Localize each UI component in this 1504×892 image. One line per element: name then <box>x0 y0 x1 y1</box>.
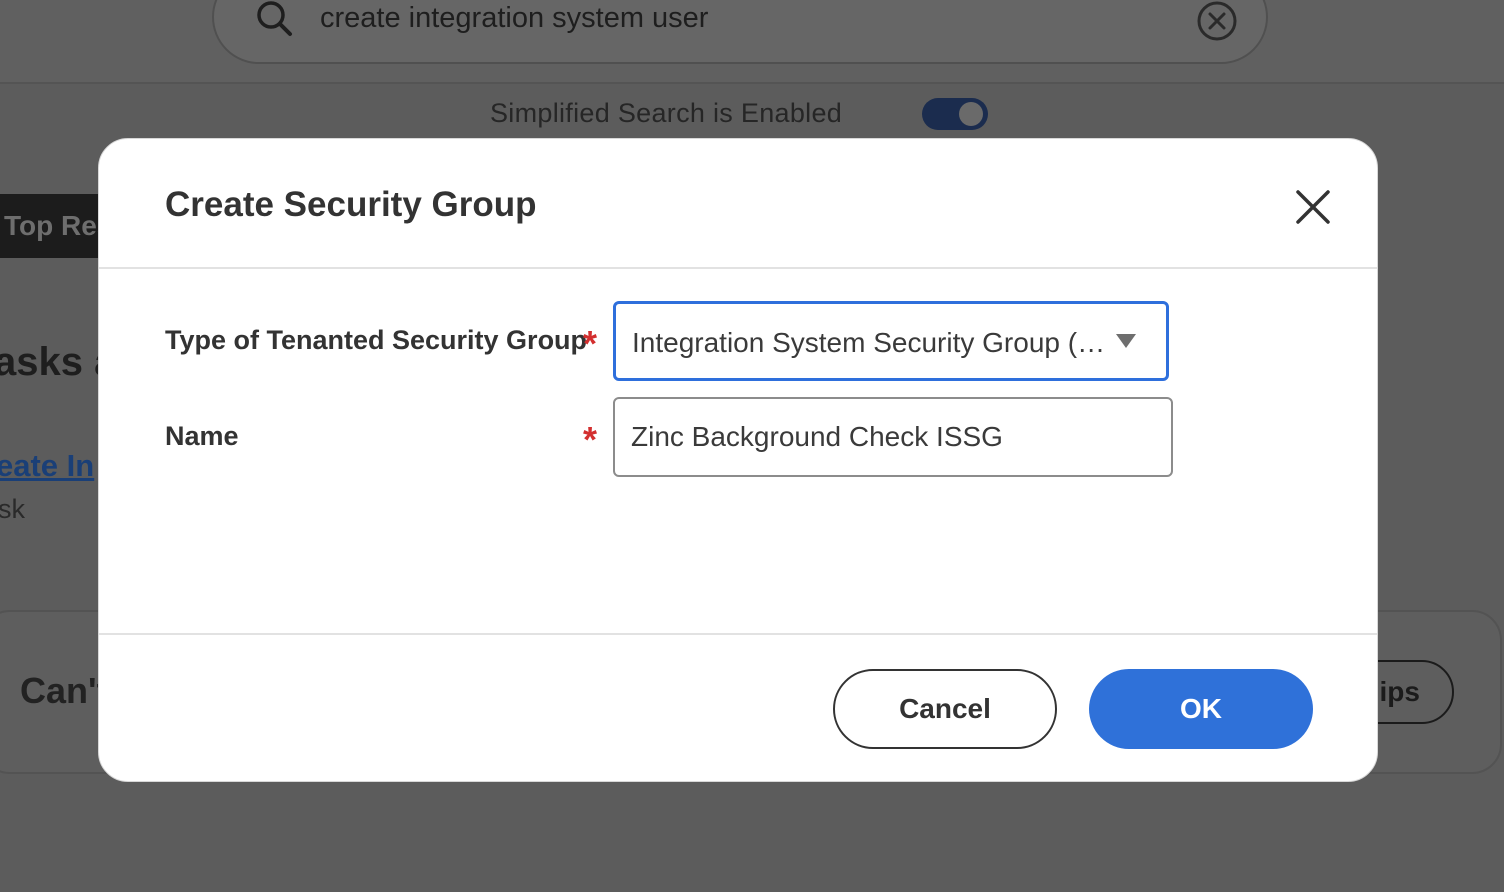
chevron-down-icon <box>1116 334 1136 348</box>
type-select-value: Integration System Security Group (Uncon… <box>632 327 1110 358</box>
clear-circle-icon[interactable] <box>1196 0 1238 42</box>
cancel-button[interactable]: Cancel <box>833 669 1057 749</box>
simplified-search-toggle[interactable] <box>922 98 988 130</box>
global-header: create integration system user <box>0 0 1504 84</box>
task-subtitle: sk <box>0 494 25 524</box>
ok-button[interactable]: OK <box>1089 669 1313 749</box>
create-security-group-dialog: Create Security Group Type of Tenanted S… <box>98 138 1378 782</box>
help-card-text: Can't <box>20 670 109 711</box>
type-field-label: Type of Tenanted Security Group <box>165 325 588 355</box>
type-required-marker: * <box>583 323 598 364</box>
tab-top-results[interactable]: Top Res <box>0 194 110 258</box>
name-required-marker: * <box>583 419 598 460</box>
name-input[interactable] <box>613 397 1173 477</box>
name-field-label: Name <box>165 421 239 451</box>
search-icon <box>257 1 292 36</box>
type-select[interactable]: Integration System Security Group (Uncon… <box>613 301 1169 381</box>
global-search-box[interactable]: create integration system user <box>212 0 1268 64</box>
close-icon <box>1296 190 1330 224</box>
close-button[interactable] <box>1289 183 1337 231</box>
task-link[interactable]: eate In <box>0 448 94 484</box>
toggle-knob <box>959 102 983 126</box>
dialog-header: Create Security Group <box>99 139 1377 269</box>
simplified-search-label: Simplified Search is Enabled <box>490 98 843 128</box>
search-query-text[interactable]: create integration system user <box>320 2 708 35</box>
dialog-title: Create Security Group <box>165 185 537 224</box>
dialog-footer: Cancel OK <box>99 633 1377 781</box>
